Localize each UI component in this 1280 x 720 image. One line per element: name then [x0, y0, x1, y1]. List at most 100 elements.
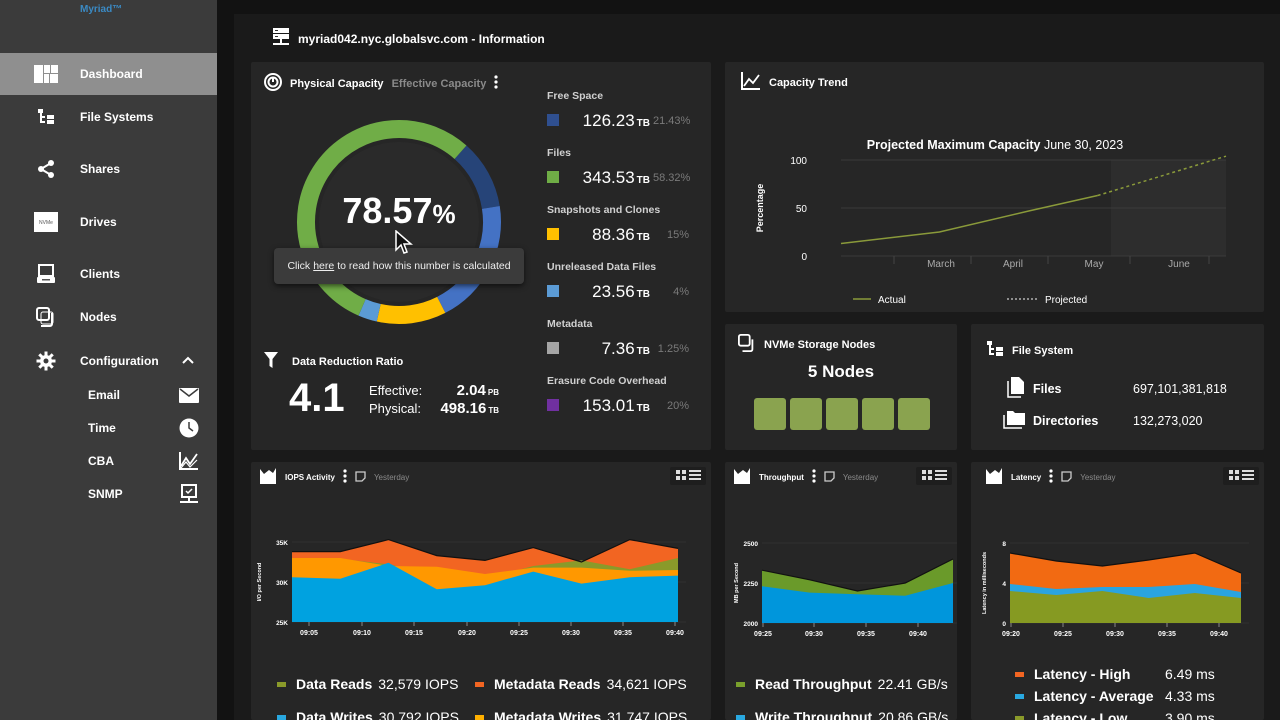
y-axis-label: I/O per Second — [257, 563, 263, 602]
legend-swatch — [277, 681, 286, 687]
sidebar-subitem-cba[interactable]: CBA — [0, 446, 217, 476]
calendar-icon[interactable] — [355, 470, 366, 484]
sidebar-item-drives[interactable]: NVMe Drives — [0, 201, 217, 243]
legend-item[interactable]: Latency - Low 3.90 ms — [1015, 710, 1215, 720]
legend-swatch — [547, 342, 559, 354]
legend-item[interactable]: Write Throughput 20.86 GB/s — [736, 709, 948, 720]
fs-directories-value: 132,273,020 — [1133, 413, 1203, 428]
legend-value: 7.36 TB — [602, 339, 650, 359]
expand-icon[interactable] — [921, 467, 932, 485]
y-tick-label: 50 — [796, 204, 808, 215]
y-tick-label: 2500 — [744, 541, 759, 548]
gear-icon — [34, 349, 58, 373]
tab-effective-capacity[interactable]: Effective Capacity — [392, 78, 487, 90]
donut-segment-snapshots[interactable] — [376, 296, 446, 324]
node-box[interactable] — [826, 398, 858, 430]
node-box[interactable] — [754, 398, 786, 430]
drr-physical-value: 498.16 — [440, 400, 487, 417]
capacity-trend-card: Capacity Trend Projected Maximum Capacit… — [725, 62, 1264, 312]
expand-icon[interactable] — [675, 467, 686, 485]
legend-value: 6.49 ms — [1165, 666, 1215, 682]
menu-icon[interactable] — [688, 467, 701, 485]
sidebar-subitem-label: SNMP — [88, 487, 123, 501]
drr-title: Data Reduction Ratio — [292, 355, 404, 368]
expand-icon[interactable] — [1228, 467, 1239, 485]
page-title-text: myriad042.nyc.globalsvc.com - Informatio… — [298, 31, 545, 46]
x-tick-label: 09:40 — [1210, 631, 1228, 638]
x-tick-label: 09:25 — [1054, 631, 1072, 638]
mail-icon — [178, 384, 200, 406]
sidebar-item-file-systems[interactable]: File Systems — [0, 96, 217, 138]
legend-item[interactable]: Metadata Reads 34,621 IOPS — [475, 676, 687, 692]
x-tick-label: 09:10 — [353, 630, 371, 637]
node-box[interactable] — [862, 398, 894, 430]
tooltip-here-link[interactable]: here — [313, 260, 334, 272]
tab-physical-capacity[interactable]: Physical Capacity — [290, 78, 384, 90]
legend-item[interactable]: Latency - High 6.49 ms — [1015, 666, 1215, 682]
menu-icon[interactable] — [934, 467, 947, 485]
node-count: 5 Nodes — [807, 362, 875, 381]
line-chart-icon — [741, 72, 761, 93]
sidebar-item-dashboard[interactable]: Dashboard — [0, 53, 217, 95]
chart-tools — [1223, 467, 1259, 485]
more-options-icon[interactable] — [494, 75, 498, 92]
sidebar-subitem-snmp[interactable]: SNMP — [0, 479, 217, 509]
drr-effective-label: Effective: — [369, 383, 423, 398]
node-box[interactable] — [790, 398, 822, 430]
legend-item[interactable]: Metadata Writes 31,747 IOPS — [475, 709, 687, 720]
drr-effective-unit: PB — [487, 388, 499, 397]
drive-icon-text: NVMe — [39, 220, 53, 226]
y-tick-label: 30K — [276, 580, 288, 587]
sidebar-item-configuration[interactable]: Configuration — [0, 340, 217, 382]
throughput-period[interactable]: Yesterday — [843, 473, 878, 482]
dashboard-icon — [34, 62, 58, 86]
legend-value-number: 153.01 — [582, 396, 635, 415]
legend-percent: 58.32% — [653, 172, 691, 184]
x-tick-label: April — [1003, 259, 1023, 270]
sidebar-item-label: Dashboard — [80, 67, 143, 81]
x-tick-label: 09:25 — [754, 631, 772, 638]
legend-item[interactable]: Data Writes 30,792 IOPS — [277, 709, 459, 720]
latency-period[interactable]: Yesterday — [1080, 473, 1115, 482]
filter-icon — [264, 352, 278, 371]
y-axis-label: MB per Second — [734, 563, 740, 603]
donut-segment-unreleased[interactable] — [358, 299, 381, 322]
sidebar-subitem-email[interactable]: Email — [0, 380, 217, 410]
latency-header: Latency Yesterday — [985, 467, 1116, 487]
y-tick-label: 0 — [1002, 621, 1006, 628]
more-options-icon[interactable] — [812, 469, 816, 485]
sidebar-item-clients[interactable]: Clients — [0, 253, 217, 295]
iops-header: IOPS Activity Yesterday — [259, 467, 409, 487]
drr-physical-label: Physical: — [369, 401, 422, 416]
legend-percent: 4% — [673, 286, 689, 298]
latency-title: Latency — [1011, 472, 1042, 482]
sidebar-item-nodes[interactable]: Nodes — [0, 296, 217, 338]
chevron-up-icon[interactable] — [182, 355, 194, 367]
menu-icon[interactable] — [1241, 467, 1254, 485]
calendar-icon[interactable] — [824, 470, 835, 484]
legend-item[interactable]: Read Throughput 22.41 GB/s — [736, 676, 948, 692]
legend-label: Metadata — [547, 318, 593, 330]
more-options-icon[interactable] — [343, 469, 347, 485]
legend-value: 34,621 IOPS — [606, 676, 687, 692]
legend-item[interactable]: Data Reads 32,579 IOPS — [277, 676, 458, 692]
sidebar-item-label: Shares — [80, 162, 121, 176]
y-axis-label: Percentage — [755, 184, 765, 233]
sidebar-item-shares[interactable]: Shares — [0, 148, 217, 190]
legend-value-number: 343.53 — [582, 168, 635, 187]
main-area: myriad042.nyc.globalsvc.com - Informatio… — [217, 0, 1280, 720]
x-tick-label: 09:20 — [1002, 631, 1020, 638]
node-box[interactable] — [898, 398, 930, 430]
calendar-icon[interactable] — [1061, 470, 1072, 484]
legend-item[interactable]: Latency - Average 4.33 ms — [1015, 688, 1215, 704]
legend-swatch — [1015, 693, 1024, 699]
iops-period[interactable]: Yesterday — [374, 473, 409, 482]
legend-swatch — [475, 681, 484, 687]
x-tick-label: 09:35 — [1158, 631, 1176, 638]
capacity-percentage-unit: % — [432, 199, 456, 229]
x-tick-label: 09:40 — [909, 631, 927, 638]
more-options-icon[interactable] — [1049, 469, 1053, 485]
sidebar-subitem-time[interactable]: Time — [0, 413, 217, 443]
node-boxes — [754, 398, 930, 430]
legend-row: 153.01 TB 20% — [547, 396, 692, 416]
